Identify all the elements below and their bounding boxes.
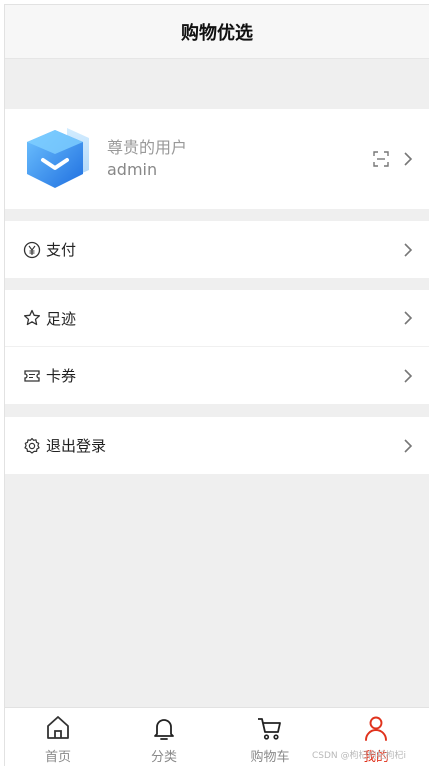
menu-item-footprint[interactable]: 足迹: [5, 290, 429, 347]
user-icon: [365, 716, 387, 741]
chevron-right-icon: [404, 368, 413, 383]
tab-label-cart: 购物车: [250, 750, 290, 765]
blue-cube-icon: [27, 128, 89, 188]
menu-label-coupon: 卡券: [46, 367, 77, 385]
page-title: 购物优选: [181, 22, 253, 44]
pay-group: 支付: [5, 221, 429, 278]
chevron-right-icon: [404, 311, 413, 325]
tab-home[interactable]: 首页: [5, 708, 111, 766]
chevron-right-icon: [404, 438, 413, 453]
bell-icon: [154, 719, 174, 740]
ticket-icon: [24, 369, 40, 382]
chevron-right-icon: [404, 152, 413, 166]
menu-label-logout: 退出登录: [46, 437, 107, 455]
menu-label-pay: 支付: [46, 241, 77, 259]
account-group: 退出登录: [5, 417, 429, 474]
tab-cart[interactable]: 购物车: [217, 708, 323, 766]
profile-name: 尊贵的用户: [107, 138, 188, 157]
scan-icon[interactable]: [373, 151, 389, 167]
tab-label-category: 分类: [150, 750, 177, 765]
menu-item-logout[interactable]: 退出登录: [5, 417, 429, 474]
menu-item-coupon[interactable]: 卡券: [5, 347, 429, 404]
star-icon: [23, 309, 41, 326]
profile-info: 尊贵的用户 admin: [107, 137, 373, 181]
menu-label-footprint: 足迹: [46, 309, 77, 328]
home-icon: [47, 716, 69, 739]
profile-card[interactable]: 尊贵的用户 admin: [5, 109, 429, 209]
chevron-right-icon: [404, 242, 413, 257]
watermark-text: CSDN @枸杞枸杞枸杞i: [312, 751, 407, 761]
gear-icon: [24, 437, 40, 454]
tab-category[interactable]: 分类: [111, 708, 217, 766]
yuan-circle-icon: [23, 241, 41, 258]
cart-icon: [258, 718, 281, 740]
tab-label-home: 首页: [44, 750, 71, 765]
history-group: 足迹 卡券: [5, 290, 429, 404]
menu-item-pay[interactable]: 支付: [5, 221, 429, 278]
page-header: 购物优选: [5, 5, 429, 59]
app-frame: 购物优选 尊贵的用户 admin 支付 足迹 卡券 退出登录 首页 分类 购物车…: [4, 4, 429, 766]
profile-account: admin: [107, 160, 158, 179]
